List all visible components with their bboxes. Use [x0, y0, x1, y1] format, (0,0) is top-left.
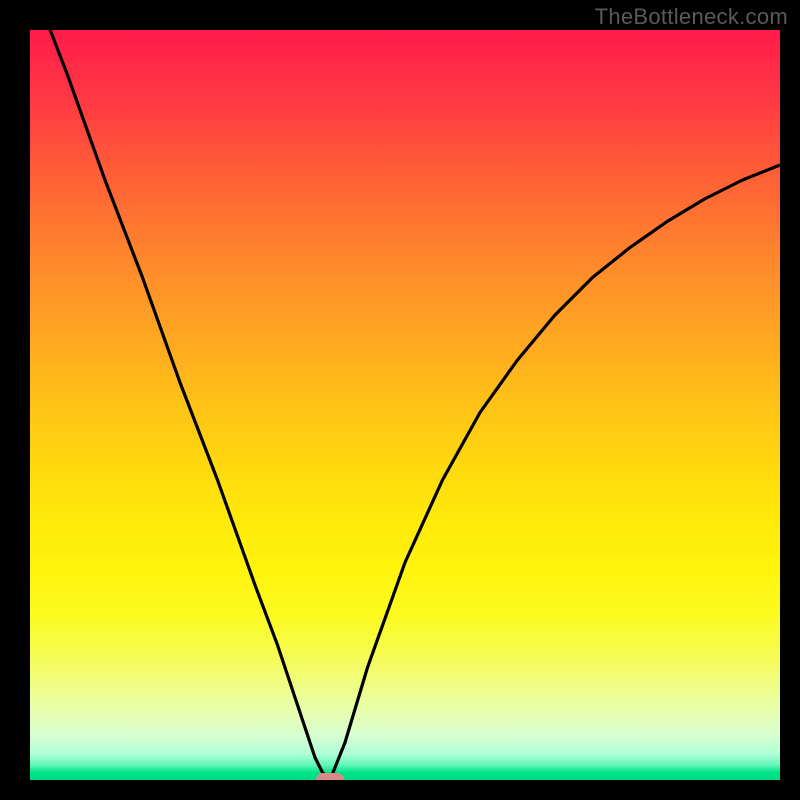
bottleneck-curve	[30, 30, 780, 780]
optimal-marker	[316, 773, 344, 780]
watermark-text: TheBottleneck.com	[595, 4, 788, 30]
plot-area	[30, 30, 780, 780]
